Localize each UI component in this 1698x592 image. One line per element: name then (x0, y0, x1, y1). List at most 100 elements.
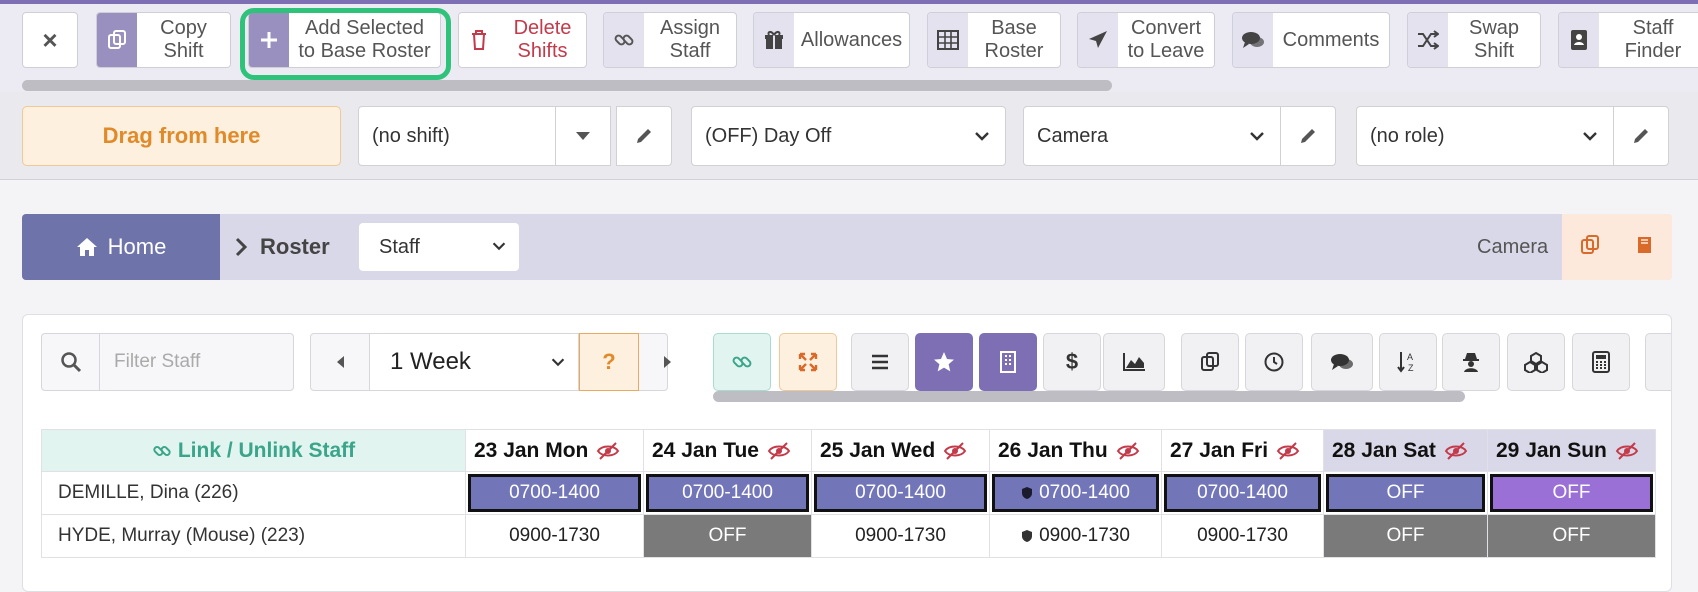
top-toolbar: × Copy Shift Add Selected to Base Roster… (0, 0, 1698, 92)
day-header-weekend: 28 Jan Sat (1323, 429, 1488, 472)
expand-button[interactable] (779, 333, 837, 391)
comments-toggle[interactable] (1311, 333, 1373, 391)
shift-block[interactable]: 0700-1400 (468, 474, 641, 512)
role-select[interactable]: (no role) (1356, 106, 1614, 166)
period-select[interactable]: 1 Week (369, 334, 579, 390)
eye-slash-icon[interactable] (767, 442, 791, 460)
caret-left-icon (337, 356, 344, 368)
drag-handle[interactable]: Drag from here (22, 106, 341, 166)
close-button[interactable]: × (22, 12, 78, 68)
shift-block[interactable]: OFF (1326, 474, 1485, 512)
view-select-value: Staff (379, 235, 420, 258)
eye-slash-icon[interactable] (1615, 442, 1639, 460)
breadcrumb: Home Roster Staff Camera (22, 214, 1672, 280)
edit-location-button[interactable] (1280, 106, 1336, 166)
location-select[interactable]: Camera (1023, 106, 1281, 166)
toolbar-scrollbar[interactable] (22, 80, 1112, 91)
copy-shift-button[interactable]: Copy Shift (96, 12, 231, 68)
edit-shift-button[interactable] (616, 106, 672, 166)
time-toggle[interactable] (1245, 333, 1303, 391)
swap-shift-button[interactable]: Swap Shift (1407, 12, 1541, 68)
location-label: Camera (1477, 236, 1549, 258)
gift-icon (754, 13, 794, 67)
close-icon: × (42, 24, 58, 55)
shift-block[interactable]: 0700-1400 (646, 474, 809, 512)
home-label: Home (107, 234, 167, 259)
allowances-label: Allowances (800, 28, 903, 51)
shift-cell[interactable]: 0700-1400 (989, 471, 1162, 515)
shift-cell[interactable]: 0700-1400 (1161, 471, 1324, 515)
shift-cell[interactable]: OFF (1487, 514, 1656, 558)
shift-cell[interactable]: 0700-1400 (811, 471, 990, 515)
delete-shifts-button[interactable]: Delete Shifts (458, 12, 587, 68)
comments-icon (1233, 13, 1273, 67)
table-icon (928, 13, 968, 67)
next-period-button[interactable] (639, 334, 697, 390)
copy-roster-button[interactable] (1579, 234, 1601, 261)
building-icon (1000, 351, 1016, 373)
shift-block[interactable]: 0700-1400 (1164, 474, 1321, 512)
link-staff-toggle[interactable] (713, 333, 771, 391)
favourites-toggle[interactable] (915, 333, 973, 391)
book-button[interactable] (1634, 234, 1656, 261)
shift-cell[interactable]: OFF (1487, 471, 1656, 515)
shift-block[interactable]: 0700-1400 (992, 474, 1159, 512)
chart-toggle[interactable] (1103, 333, 1165, 391)
base-roster-label: Base Roster (984, 17, 1044, 62)
shift-dropdown-toggle[interactable] (555, 106, 611, 166)
convert-to-leave-button[interactable]: Convert to Leave (1077, 12, 1215, 68)
shift-select[interactable]: (no shift) (358, 106, 556, 166)
bars-icon (872, 354, 888, 370)
agent-toggle[interactable] (1442, 333, 1500, 391)
cubes-toggle[interactable] (1507, 333, 1565, 391)
off-block[interactable]: OFF (1488, 515, 1655, 557)
shift-cell[interactable]: OFF (1323, 514, 1488, 558)
list-view-button[interactable] (851, 333, 909, 391)
shift-type-value: (OFF) Day Off (705, 124, 832, 147)
role-value: (no role) (1370, 124, 1445, 147)
shift-cell[interactable]: 0900-1730 (1161, 514, 1324, 558)
eye-slash-icon[interactable] (943, 442, 967, 460)
link-unlink-label: Link / Unlink Staff (177, 438, 356, 462)
more-toggle[interactable] (1645, 333, 1671, 391)
eye-slash-icon[interactable] (596, 442, 620, 460)
filter-staff[interactable]: Filter Staff (41, 333, 294, 391)
comments-button[interactable]: Comments (1232, 12, 1390, 68)
staff-name[interactable]: DEMILLE, Dina (226) (41, 471, 466, 515)
shift-cell[interactable]: 0900-1730 (811, 514, 990, 558)
prev-period-button[interactable] (311, 334, 369, 390)
staff-name[interactable]: HYDE, Murray (Mouse) (223) (41, 514, 466, 558)
shift-cell[interactable]: 0700-1400 (643, 471, 812, 515)
day-label: 26 Jan Thu (998, 438, 1108, 462)
home-link[interactable]: Home (22, 214, 220, 280)
allowances-button[interactable]: Allowances (753, 12, 910, 68)
sort-toggle[interactable]: AZ (1379, 333, 1437, 391)
assign-staff-button[interactable]: Assign Staff (603, 12, 737, 68)
link-unlink-header[interactable]: Link / Unlink Staff (41, 429, 466, 472)
base-roster-button[interactable]: Base Roster (927, 12, 1061, 68)
shift-block[interactable]: 0700-1400 (814, 474, 987, 512)
off-block[interactable]: OFF (644, 515, 811, 557)
calculator-toggle[interactable] (1572, 333, 1630, 391)
eye-slash-icon[interactable] (1276, 442, 1300, 460)
shift-cell[interactable]: 0900-1730 (989, 514, 1162, 558)
eye-slash-icon[interactable] (1444, 442, 1468, 460)
building-toggle[interactable] (979, 333, 1037, 391)
view-select[interactable]: Staff (359, 223, 519, 271)
staff-finder-button[interactable]: Staff Finder (1558, 12, 1698, 68)
view-toolbar-scrollbar[interactable] (713, 391, 1465, 402)
eye-slash-icon[interactable] (1116, 442, 1140, 460)
shift-cell[interactable]: OFF (643, 514, 812, 558)
help-button[interactable]: ? (579, 333, 639, 391)
copy-view-button[interactable] (1181, 333, 1239, 391)
off-block[interactable]: OFF (1324, 515, 1487, 557)
cost-toggle[interactable]: $ (1043, 333, 1101, 391)
shift-cell[interactable]: OFF (1323, 471, 1488, 515)
shift-cell[interactable]: 0700-1400 (465, 471, 644, 515)
edit-role-button[interactable] (1613, 106, 1669, 166)
trash-icon (459, 13, 499, 67)
shift-time: 0700-1400 (1039, 482, 1130, 503)
shift-block[interactable]: OFF (1490, 474, 1653, 512)
shift-cell[interactable]: 0900-1730 (465, 514, 644, 558)
shift-type-select[interactable]: (OFF) Day Off (691, 106, 1006, 166)
